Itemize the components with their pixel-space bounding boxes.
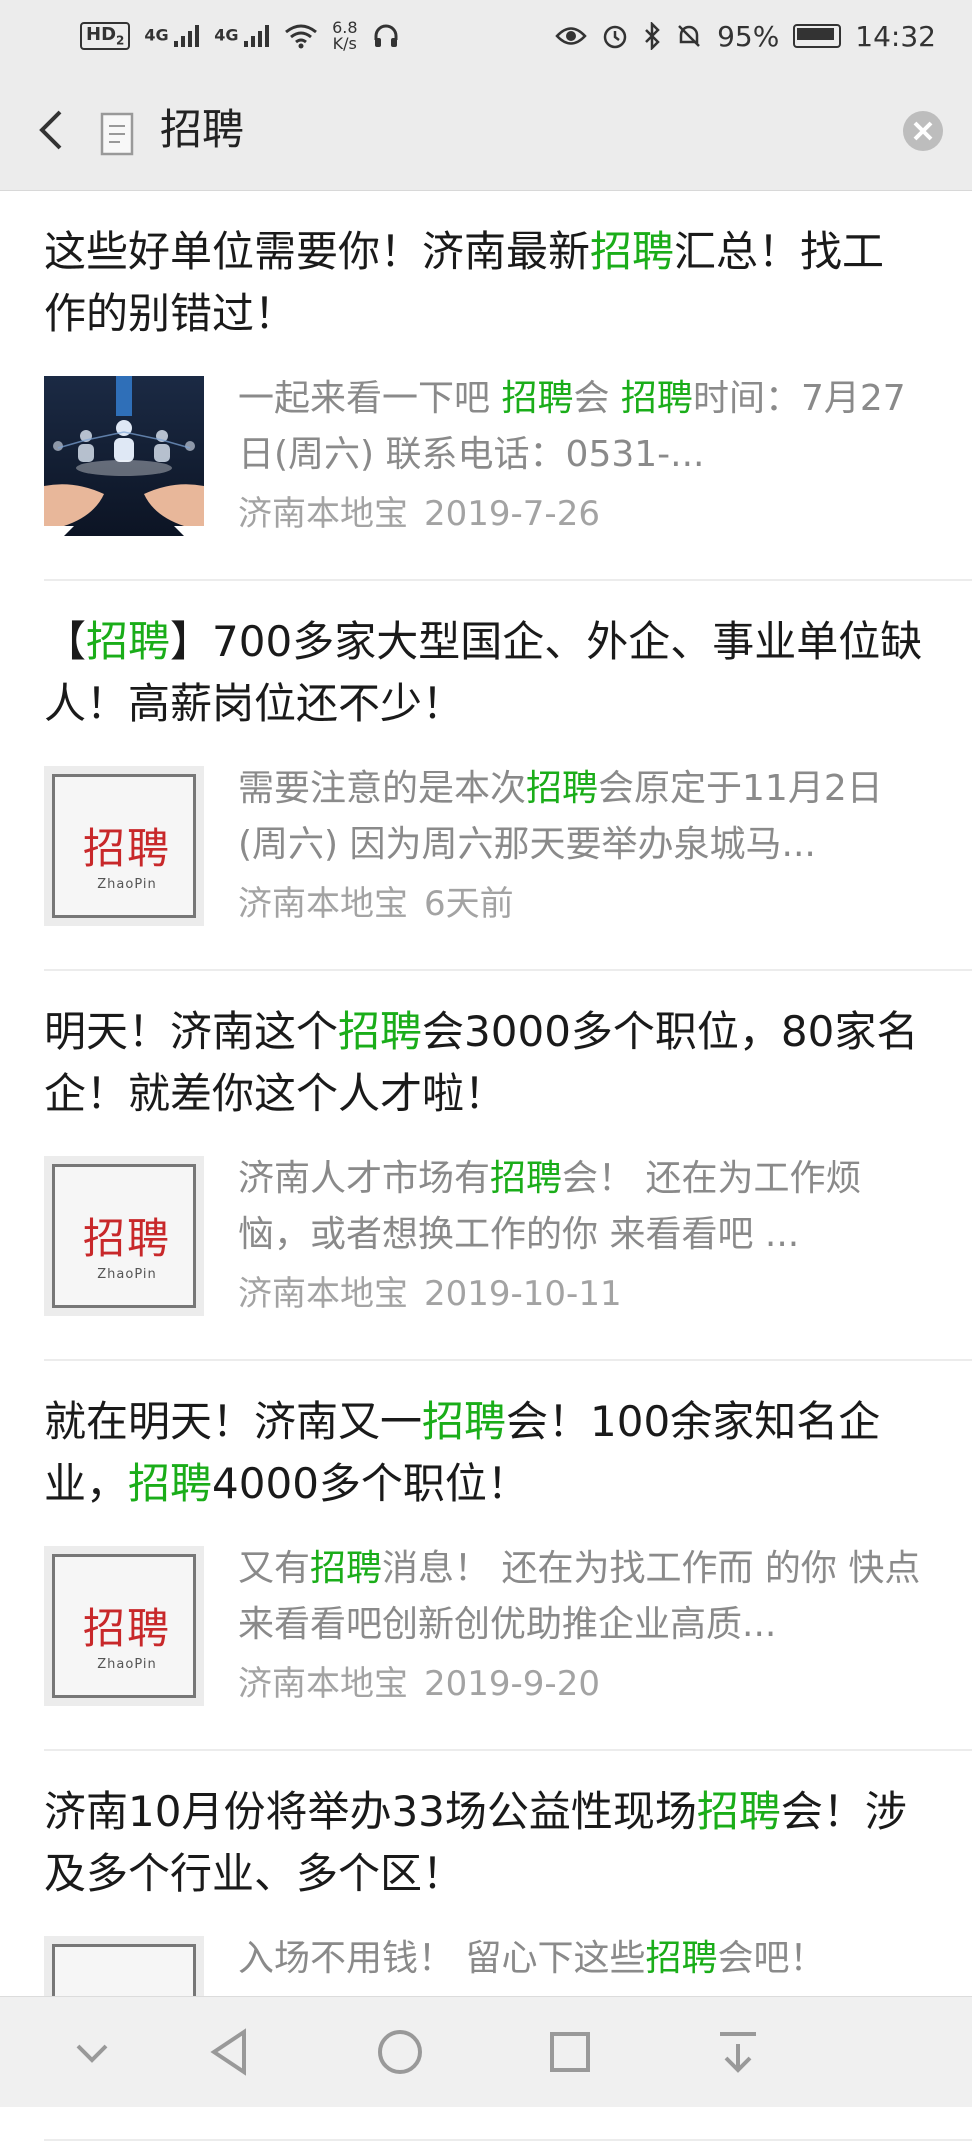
signal-1-label: 4G [144,25,169,45]
result-item[interactable]: 就在明天！济南又一招聘会！100余家知名企业，招聘4000多个职位！ 招聘 Zhao… [0,1361,972,1751]
chevron-down-icon[interactable] [62,2022,122,2082]
keyword-highlight: 招聘 [310,1548,383,1589]
thumbnail-frame: 招聘 ZhaoPin [52,1164,196,1308]
result-source: 济南本地宝 [238,884,408,924]
text-fragment: 会 [573,378,621,419]
keyword-highlight: 招聘 [620,378,693,419]
result-meta: 济南本地宝 2019-7-26 [238,489,600,539]
status-left: HD2 4G 4G 6.8 K/s [0,20,400,52]
keyword-highlight: 招聘 [422,1397,507,1446]
people-network-thumbnail [44,376,204,536]
text-fragment: 会吧！ [717,1938,826,1979]
zhaopin-thumbnail: 招聘 ZhaoPin [44,1156,204,1316]
keyword-highlight: 招聘 [526,768,599,809]
result-source: 济南本地宝 [238,494,408,534]
keyword-highlight: 招聘 [490,1158,563,1199]
status-bar: HD2 4G 4G 6.8 K/s 95% 14:32 [0,0,972,72]
keyword-highlight: 招聘 [590,227,675,276]
thumbnail-frame: 招聘 ZhaoPin [52,774,196,918]
headset-icon [374,24,398,47]
mute-bell-icon [678,25,700,47]
recents-square-icon[interactable] [540,2022,600,2082]
text-fragment: 需要注意的是本次 [238,768,527,809]
text-fragment: 4000多个职位！ [212,1459,529,1508]
search-results-list: 这些好单位需要你！济南最新招聘汇总！找工作的别错过！ 一起来看一下吧 招聘会 招聘… [0,191,972,2141]
result-summary: 又有招聘消息！ 还在为找工作而 的你 快点来看看吧创新创优助推企业高质... [238,1541,928,1653]
text-fragment: 就在明天！济南又一 [44,1397,423,1446]
search-header: 招聘 [0,72,972,191]
hd-sub-label: 2 [116,33,125,48]
result-meta: 济南本地宝 2019-10-11 [238,1269,622,1319]
thumbnail-frame: 招聘 ZhaoPin [52,1554,196,1698]
text-fragment: 又有 [238,1548,311,1589]
result-item[interactable]: 【招聘】700多家大型国企、外企、事业单位缺人！高薪岗位还不少！ 招聘 ZhaoPi… [0,581,972,971]
result-title[interactable]: 【招聘】700多家大型国企、外企、事业单位缺人！高薪岗位还不少！ [44,611,924,735]
alarm-icon [603,25,627,49]
download-icon[interactable] [708,2022,768,2082]
result-date: 6天前 [424,884,514,924]
signal-2-label: 4G [214,25,239,45]
thumbnail-small-text: ZhaoPin [97,1657,157,1672]
thumbnail-small-text: ZhaoPin [97,1267,157,1282]
eye-icon [555,27,587,45]
text-fragment: 济南人才市场有 [238,1158,491,1199]
zhaopin-thumbnail: 招聘 ZhaoPin [44,766,204,926]
keyword-highlight: 招聘 [696,1787,781,1836]
battery-icon [793,24,842,48]
result-summary: 一起来看一下吧 招聘会 招聘时间：7月27日(周六) 联系电话：0531-... [238,371,928,483]
result-title[interactable]: 就在明天！济南又一招聘会！100余家知名企业，招聘4000多个职位！ [44,1391,924,1515]
text-fragment: 明天！济南这个 [44,1007,339,1056]
zhaopin-thumbnail: 招聘 ZhaoPin [44,1546,204,1706]
signal-2-icon: 4G [214,25,270,47]
document-icon [100,112,134,156]
result-summary: 济南人才市场有招聘会！ 还在为工作烦恼，或者想换工作的你 来看看吧 ... [238,1151,928,1263]
keyword-highlight: 招聘 [501,378,574,419]
thumbnail-small-text: ZhaoPin [97,877,157,892]
thumbnail-big-text: 招聘 [82,824,171,873]
result-date: 2019-9-20 [424,1664,600,1704]
keyword-highlight: 招聘 [128,1459,213,1508]
text-fragment: 】700多家大型国企、外企、事业单位缺人！高薪岗位还不少！ [44,617,923,728]
battery-percent: 95% [717,19,780,53]
result-item[interactable]: 明天！济南这个招聘会3000多个职位，80家名企！就差你这个人才啦！ 招聘 Zhao… [0,971,972,1361]
result-item[interactable]: 这些好单位需要你！济南最新招聘汇总！找工作的别错过！ 一起来看一下吧 招聘会 招聘… [0,191,972,581]
result-source: 济南本地宝 [238,1274,408,1314]
keyword-highlight: 招聘 [645,1938,718,1979]
back-arrow-icon[interactable] [30,102,76,158]
text-fragment: 一起来看一下吧 [238,378,502,419]
result-meta: 济南本地宝 2019-9-20 [238,1659,600,1709]
signal-1-icon: 4G [144,25,200,47]
text-fragment: 这些好单位需要你！济南最新 [44,227,591,276]
wifi-icon [285,24,317,49]
text-fragment: 入场不用钱！ 留心下这些 [238,1938,646,1979]
keyword-highlight: 招聘 [338,1007,423,1056]
clear-circle-icon[interactable] [902,110,944,152]
hd-badge: HD2 [80,22,131,50]
result-title[interactable]: 明天！济南这个招聘会3000多个职位，80家名企！就差你这个人才啦！ [44,1001,924,1125]
result-summary: 需要注意的是本次招聘会原定于11月2日(周六) 因为周六那天要举办泉城马... [238,761,928,873]
net-speed: 6.8 K/s [332,20,357,52]
result-title[interactable]: 这些好单位需要你！济南最新招聘汇总！找工作的别错过！ [44,221,924,345]
thumbnail-big-text: 招聘 [82,1604,171,1653]
hd-label: HD [86,24,117,46]
home-circle-icon[interactable] [370,2022,430,2082]
result-title[interactable]: 济南10月份将举办33场公益性现场招聘会！涉及多个行业、多个区！ [44,1781,924,1905]
bluetooth-icon [645,22,660,50]
net-speed-unit: K/s [332,34,357,53]
back-triangle-icon[interactable] [200,2022,260,2082]
result-meta: 济南本地宝 6天前 [238,879,514,929]
system-navigation-bar [0,1996,972,2107]
text-fragment: 济南10月份将举办33场公益性现场 [44,1787,697,1836]
thumbnail-big-text: 招聘 [82,1214,171,1263]
clock: 14:32 [855,19,936,53]
result-date: 2019-7-26 [424,494,600,534]
search-query[interactable]: 招聘 [160,100,244,160]
result-source: 济南本地宝 [238,1664,408,1704]
result-date: 2019-10-11 [424,1274,622,1314]
status-right: 95% 14:32 [555,20,972,53]
text-fragment: 【 [44,617,87,666]
keyword-highlight: 招聘 [86,617,171,666]
